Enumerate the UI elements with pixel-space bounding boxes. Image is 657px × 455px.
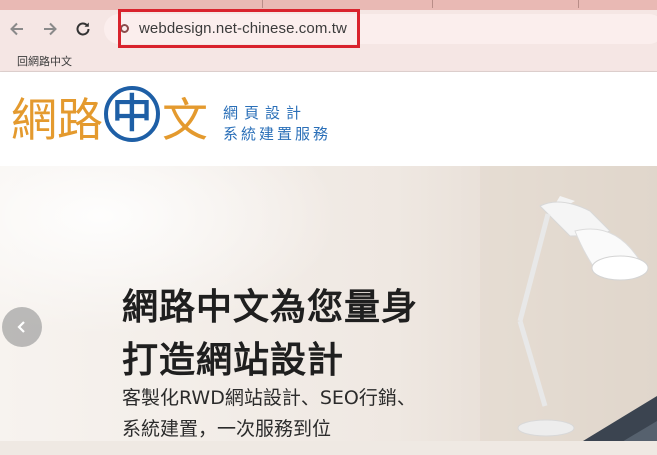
tagline-line2: 系統建置服務 (223, 125, 332, 143)
logo-char: 中 (112, 91, 152, 137)
bookmarks-bar: 回網路中文 (0, 48, 657, 72)
chevron-left-icon (17, 321, 25, 333)
hero-subtitle-line2: 系統建置，一次服務到位 (122, 418, 332, 440)
site-header: 網 路 中 文 網頁設計 系統建置服務 (0, 72, 657, 166)
forward-button[interactable] (39, 18, 61, 40)
logo-char: 文 (162, 93, 208, 147)
hero-banner: 網路中文為您量身 打造網站設計 客製化RWD網站設計、SEO行銷、 系統建置，一… (0, 166, 657, 455)
carousel-prev-button[interactable] (2, 307, 42, 347)
tab-separator (262, 0, 263, 8)
arrow-right-icon (44, 22, 57, 36)
bookmark-item[interactable]: 回網路中文 (17, 53, 72, 69)
tab-separator (432, 0, 433, 8)
logo-char: 網 (11, 93, 57, 147)
logo-char: 路 (57, 93, 103, 147)
url-highlight-box (118, 9, 360, 48)
tab-separator (578, 0, 579, 8)
hero-title-line2: 打造網站設計 (122, 340, 345, 381)
reload-icon (76, 22, 90, 36)
arrow-left-icon (10, 22, 23, 36)
back-button[interactable] (6, 18, 28, 40)
hero-subtitle-line1: 客製化RWD網站設計、SEO行銷、 (122, 387, 416, 409)
logo-circle: 中 (104, 86, 160, 142)
hero-title-line1: 網路中文為您量身 (122, 287, 419, 328)
tagline-line1: 網頁設計 (223, 104, 308, 122)
reload-button[interactable] (72, 18, 94, 40)
